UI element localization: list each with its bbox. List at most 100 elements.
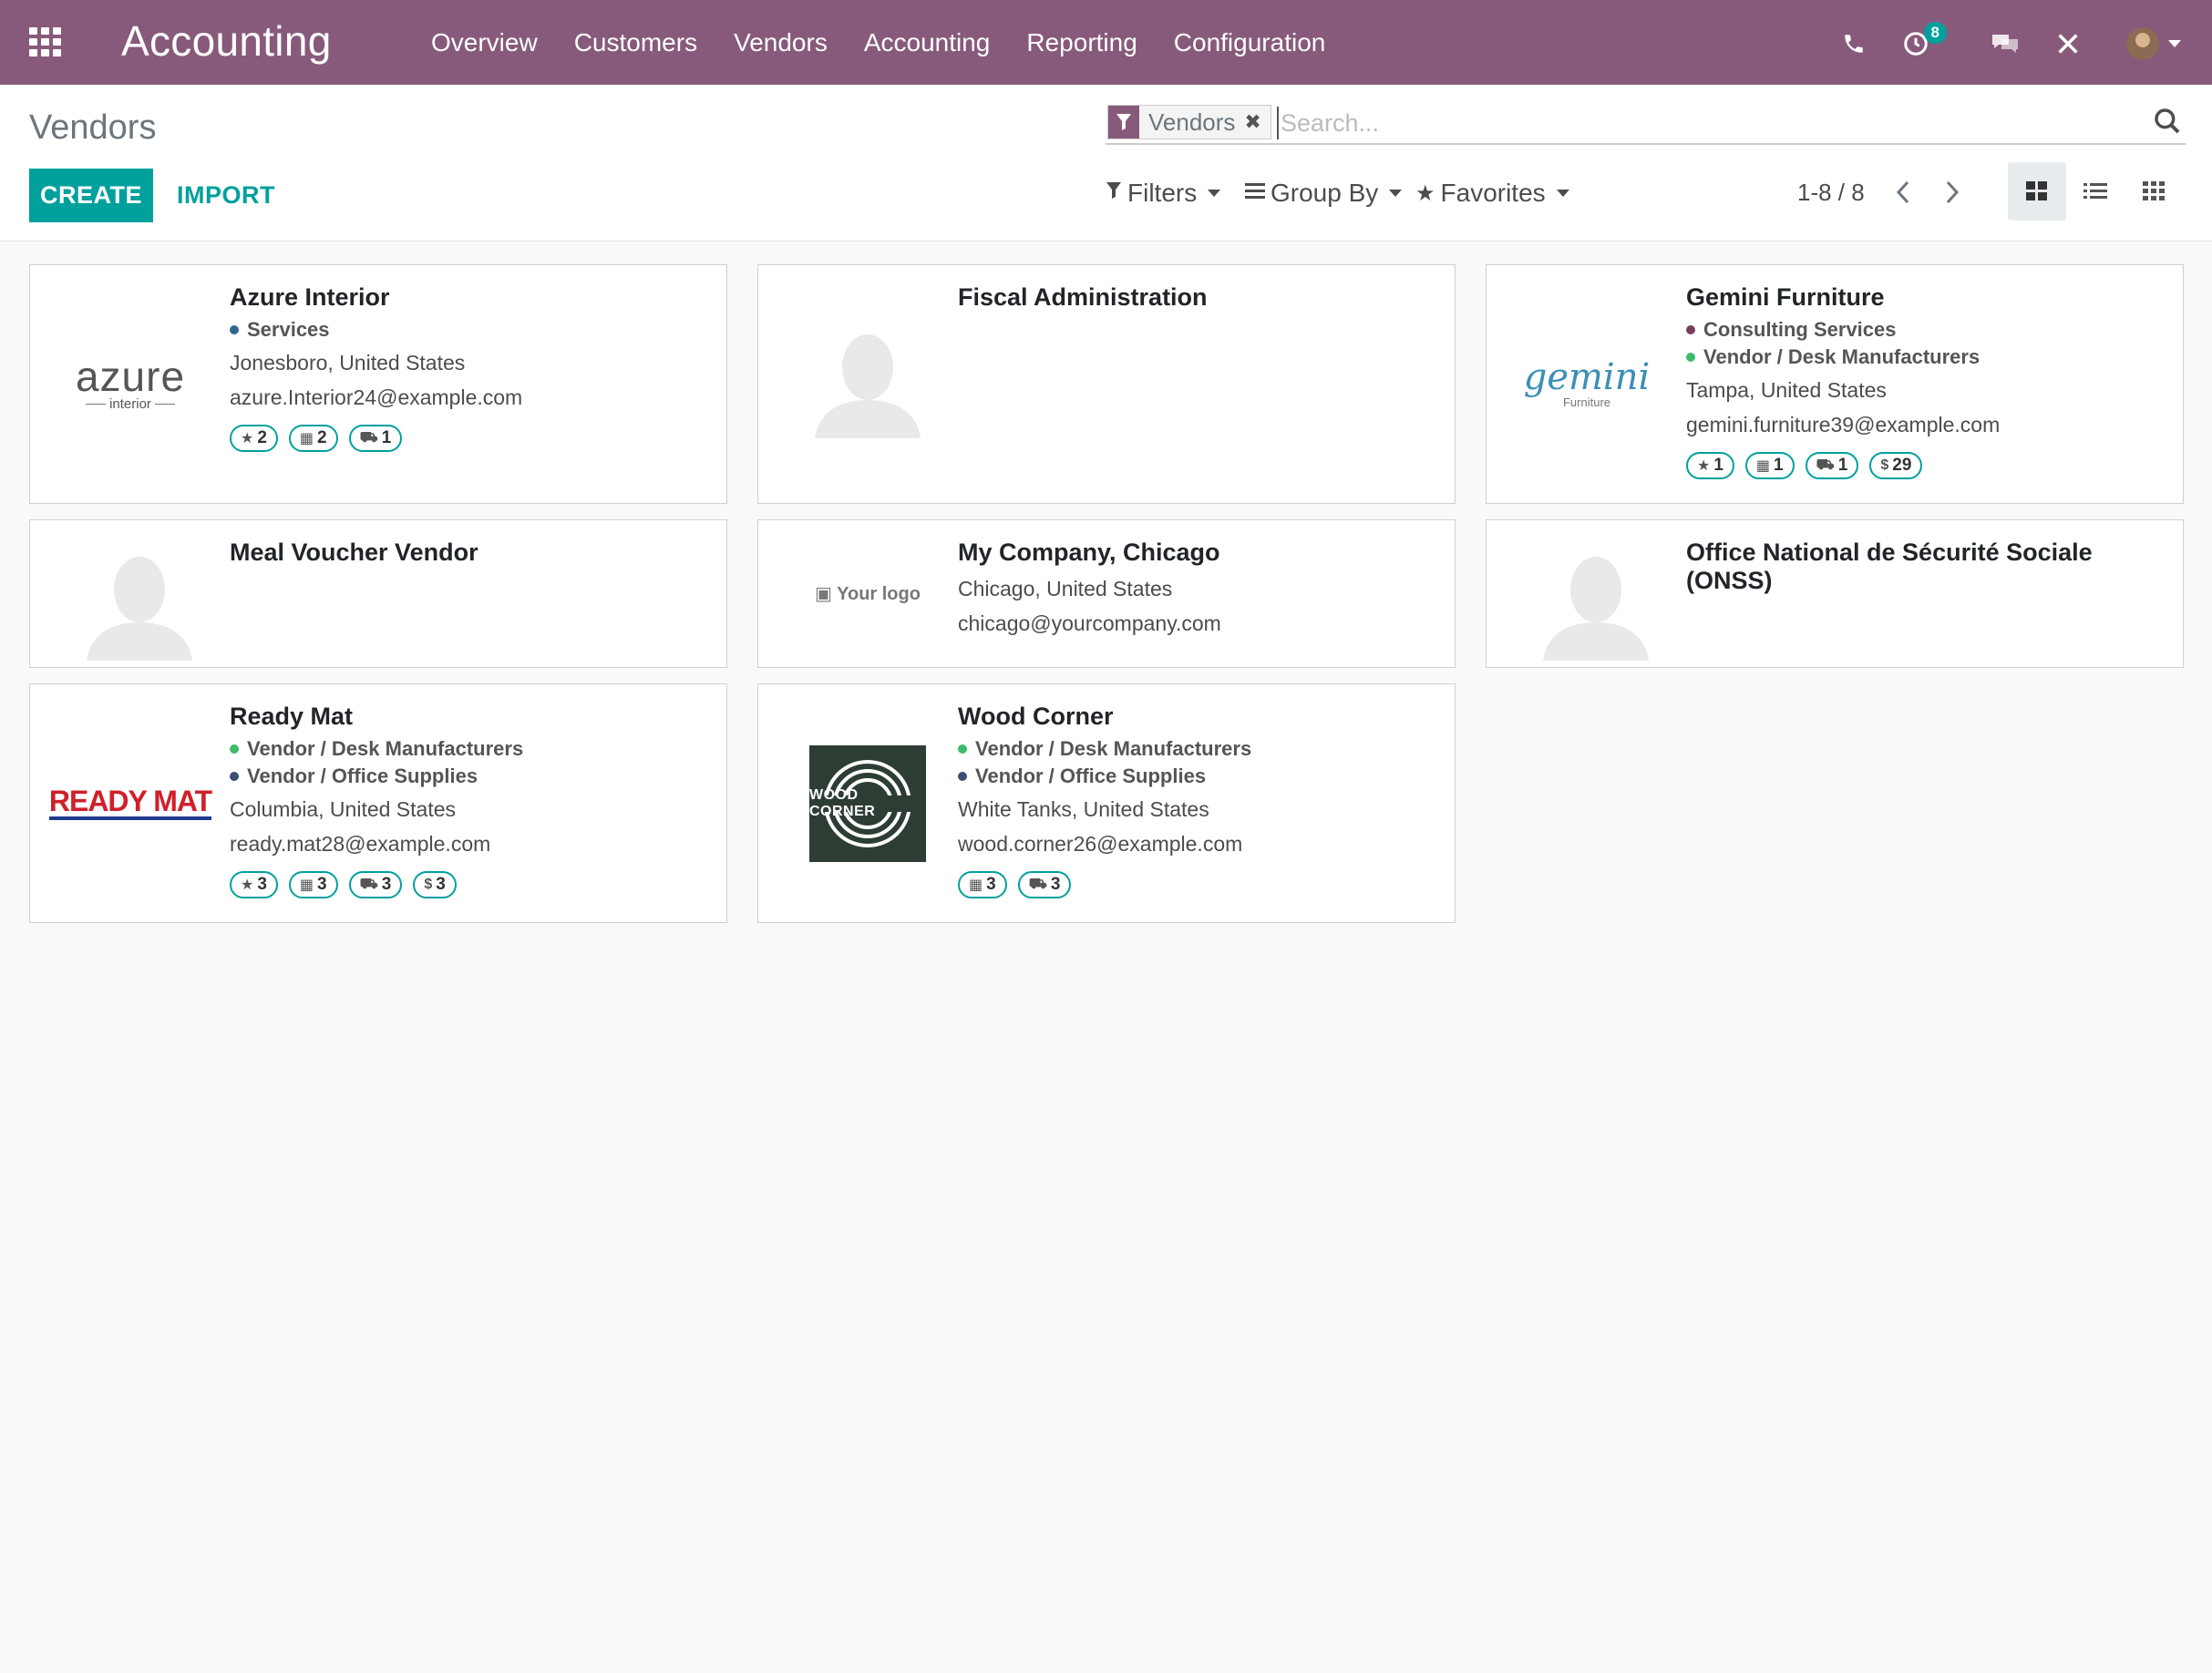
debug-tools-icon[interactable]	[2050, 26, 2086, 62]
card-email: azure.Interior24@example.com	[230, 385, 523, 409]
card-location: White Tanks, United States	[958, 797, 1209, 821]
groupby-dropdown[interactable]: Group By	[1245, 179, 1403, 208]
pager-previous-icon[interactable]	[1888, 176, 1919, 209]
dollar-icon: $	[1880, 457, 1889, 473]
menu-customers[interactable]: Customers	[556, 28, 715, 57]
favorites-label: Favorites	[1440, 179, 1546, 207]
filters-label: Filters	[1127, 179, 1198, 207]
vendor-card[interactable]: azure interior Azure Interior Services J…	[29, 264, 727, 504]
placeholder-avatar-icon	[1505, 548, 1687, 664]
list-view-icon[interactable]	[2066, 162, 2125, 221]
category-tag: Vendor / Desk Manufacturers	[230, 738, 712, 760]
activity-clock-icon[interactable]: 8	[1898, 22, 1947, 62]
search-icon[interactable]	[2153, 107, 2186, 139]
card-title: Office National de Sécurité Sociale (ONS…	[1686, 539, 2093, 594]
stat-pills: ★ 3 ▦ 3 ⛟ 3 $3	[230, 871, 712, 898]
app-brand[interactable]: Accounting	[121, 16, 332, 66]
control-panel: Vendors CREATE IMPORT Vendors ✖ Filters …	[0, 85, 2212, 241]
card-email: ready.mat28@example.com	[230, 832, 491, 856]
card-title: Fiscal Administration	[958, 283, 1208, 311]
filter-funnel-icon	[1106, 180, 1122, 207]
card-title: Ready Mat	[230, 703, 354, 730]
purchases-pill[interactable]: ⛟ 3	[348, 871, 403, 898]
top-navbar: Accounting Overview Customers Vendors Ac…	[0, 0, 2212, 85]
app-switcher-icon[interactable]	[29, 27, 62, 56]
bills-pill[interactable]: $3	[413, 871, 457, 898]
filter-funnel-icon	[1108, 106, 1139, 139]
menu-accounting[interactable]: Accounting	[846, 28, 1009, 57]
category-tag: Vendor / Office Supplies	[958, 765, 1440, 787]
create-button[interactable]: CREATE	[29, 169, 153, 222]
discuss-chat-icon[interactable]	[1987, 26, 2023, 62]
vendor-card[interactable]: ▣ Your logo My Company, Chicago Chicago,…	[757, 519, 1456, 668]
vendor-card[interactable]: Meal Voucher Vendor	[29, 519, 727, 668]
card-title: Gemini Furniture	[1686, 283, 1885, 311]
company-logo: WOOD CORNER	[777, 745, 959, 862]
card-title: Meal Voucher Vendor	[230, 539, 478, 566]
filters-dropdown[interactable]: Filters	[1106, 179, 1221, 208]
rating-pill[interactable]: ★ 1	[1686, 452, 1734, 479]
groupby-label: Group By	[1271, 179, 1379, 207]
card-location: Chicago, United States	[958, 577, 1173, 600]
company-logo: ▣ Your logo	[815, 583, 921, 604]
phone-icon[interactable]	[1836, 26, 1872, 62]
meetings-pill[interactable]: ▦ 1	[1744, 452, 1795, 479]
category-tag: Vendor / Desk Manufacturers	[1686, 346, 2168, 368]
card-location: Jonesboro, United States	[230, 351, 466, 375]
company-logo: gemini Furniture	[1523, 355, 1651, 409]
star-icon: ★	[1415, 180, 1435, 206]
meetings-pill[interactable]: ▦ 2	[288, 425, 338, 452]
main-menu: Overview Customers Vendors Accounting Re…	[413, 0, 1343, 85]
menu-reporting[interactable]: Reporting	[1008, 28, 1155, 57]
search-facet: Vendors ✖	[1107, 105, 1271, 139]
calendar-icon: ▦	[1755, 458, 1771, 474]
company-logo: READY MAT	[48, 757, 212, 848]
search-bar: Vendors ✖	[1106, 103, 2186, 145]
facet-value: Vendors	[1148, 108, 1236, 136]
cart-icon: ⛟	[359, 877, 378, 892]
purchases-pill[interactable]: ⛟ 1	[1805, 452, 1859, 479]
purchases-pill[interactable]: ⛟ 3	[1017, 871, 1072, 898]
vendor-card[interactable]: Office National de Sécurité Sociale (ONS…	[1486, 519, 2184, 668]
rating-pill[interactable]: ★ 2	[230, 425, 278, 452]
card-email: chicago@yourcompany.com	[958, 611, 1221, 635]
import-button[interactable]: IMPORT	[164, 169, 288, 222]
star-icon: ★	[241, 878, 254, 893]
star-icon: ★	[1697, 458, 1711, 474]
menu-configuration[interactable]: Configuration	[1156, 28, 1344, 57]
vendor-card[interactable]: gemini Furniture Gemini Furniture Consul…	[1486, 264, 2184, 504]
vendor-card[interactable]: Fiscal Administration	[757, 264, 1456, 504]
kanban-view-icon[interactable]	[2008, 162, 2066, 221]
bills-pill[interactable]: $29	[1869, 452, 1923, 479]
card-email: wood.corner26@example.com	[958, 832, 1243, 856]
user-avatar[interactable]	[2126, 27, 2159, 60]
facet-remove-icon[interactable]: ✖	[1244, 110, 1260, 134]
dollar-icon: $	[424, 877, 433, 892]
menu-overview[interactable]: Overview	[413, 28, 556, 57]
category-tag: Services	[230, 319, 712, 341]
activity-badge: 8	[1923, 22, 1947, 44]
company-logo: azure interior	[75, 352, 186, 412]
pager-next-icon[interactable]	[1937, 176, 1968, 209]
rating-pill[interactable]: ★ 3	[230, 871, 278, 898]
category-tag: Vendor / Office Supplies	[230, 765, 712, 787]
meetings-pill[interactable]: ▦ 3	[288, 871, 338, 898]
purchases-pill[interactable]: ⛟ 1	[348, 425, 403, 452]
star-icon: ★	[241, 431, 254, 446]
calendar-icon: ▦	[299, 431, 314, 446]
vendor-card[interactable]: READY MAT Ready Mat Vendor / Desk Manufa…	[29, 683, 727, 923]
favorites-dropdown[interactable]: ★ Favorites	[1415, 179, 1569, 208]
activity-view-grid-icon[interactable]	[2125, 162, 2183, 221]
cart-icon: ⛟	[359, 430, 378, 446]
vendor-card[interactable]: WOOD CORNER Wood Corner Vendor / Desk Ma…	[757, 683, 1456, 923]
meetings-pill[interactable]: ▦ 3	[958, 871, 1007, 898]
pager-value[interactable]: 1-8 / 8	[1797, 179, 1865, 207]
chevron-down-icon	[1556, 190, 1569, 197]
card-title: My Company, Chicago	[958, 539, 1220, 566]
stat-pills: ▦ 3 ⛟ 3	[958, 871, 1440, 898]
card-email: gemini.furniture39@example.com	[1686, 413, 2001, 436]
menu-vendors[interactable]: Vendors	[715, 28, 846, 57]
stat-pills: ★ 2 ▦ 2 ⛟ 1	[230, 425, 712, 452]
user-menu-chevron-down-icon[interactable]	[2164, 26, 2186, 62]
search-input[interactable]	[1277, 107, 2115, 139]
